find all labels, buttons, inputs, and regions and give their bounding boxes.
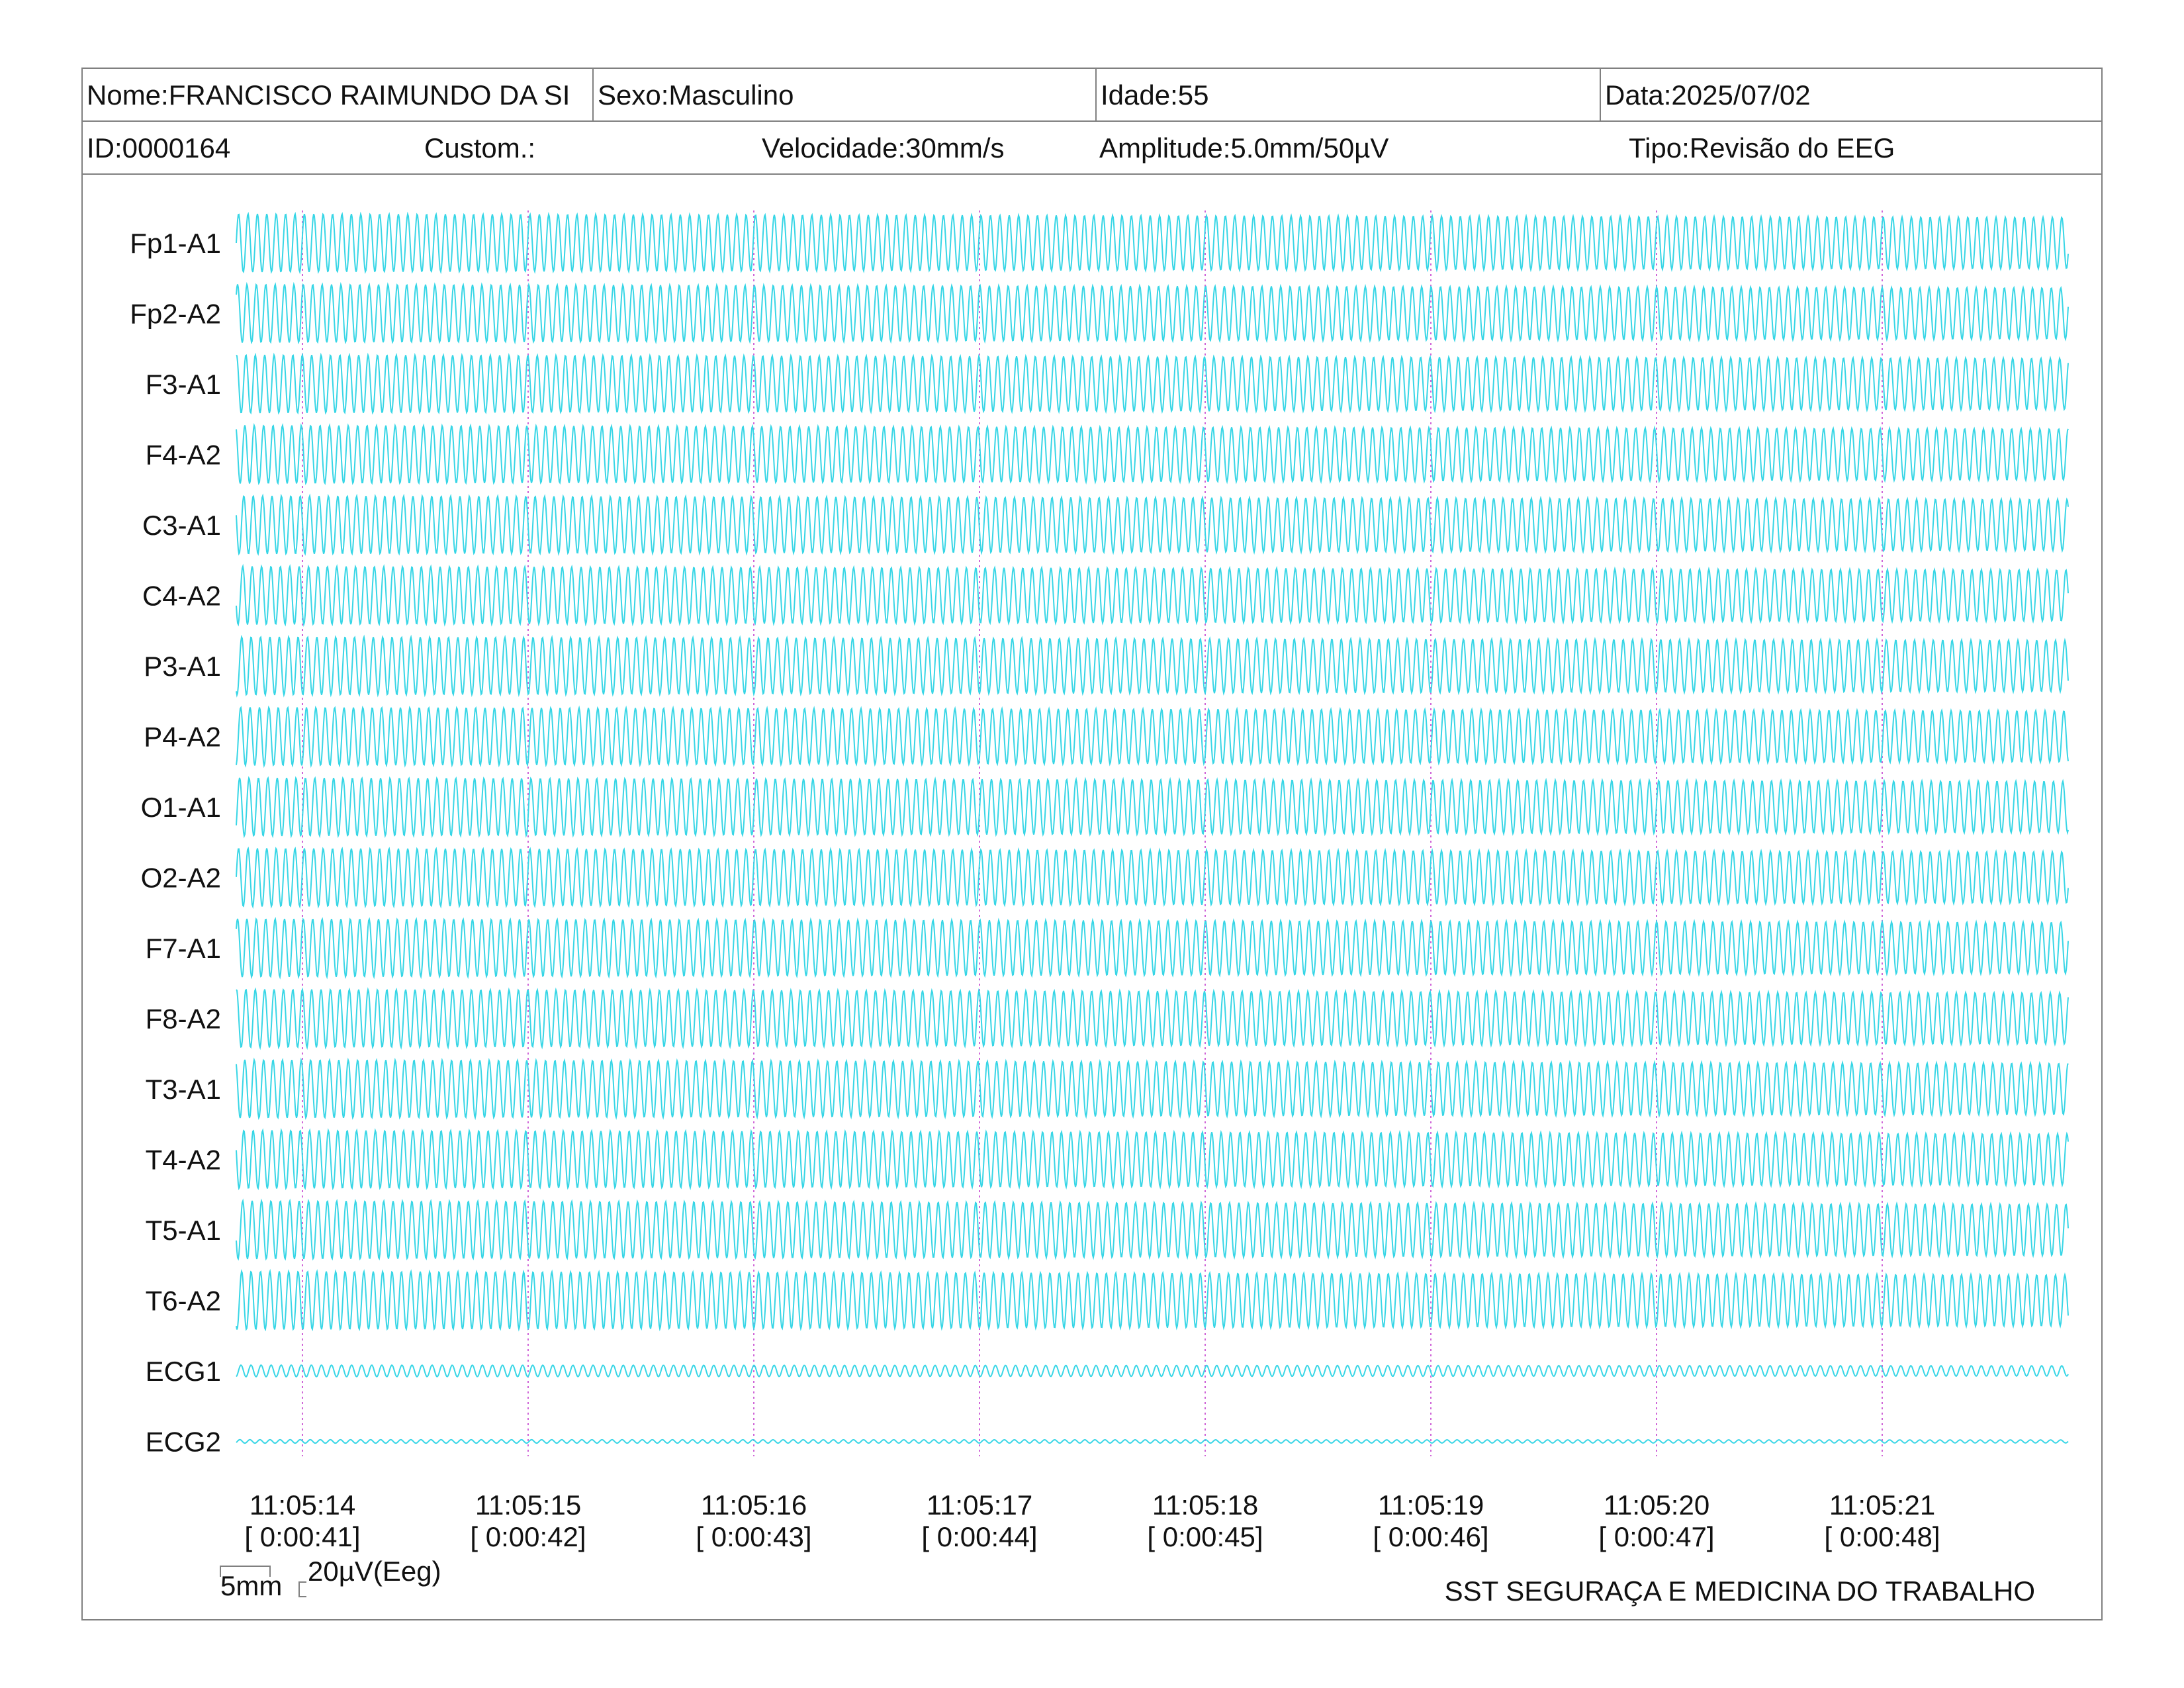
trace-f3-a1 [236,352,2069,415]
channel-label: O1-A1 [141,792,221,823]
trace-c4-a2 [236,563,2069,628]
time-label-elapsed: [ 0:00:47] [1598,1521,1714,1552]
time-label-clock: 11:05:21 [1829,1489,1935,1521]
channel-label: C4-A2 [142,581,221,612]
time-label-elapsed: [ 0:00:44] [921,1521,1037,1552]
trace-fp2-a2 [236,281,2069,345]
time-label-clock: 11:05:19 [1378,1489,1484,1521]
trace-p4-a2 [236,705,2069,769]
trace-t6-a2 [236,1268,2069,1332]
time-label-clock: 11:05:14 [250,1489,355,1521]
eeg-chart: Fp1-A1 Fp2-A2 F3-A1 F4-A2 C3-A1 C4-A2 P3-A1 P4-… [130,211,2069,1597]
time-label-elapsed: [ 0:00:48] [1824,1521,1940,1552]
time-label-elapsed: [ 0:00:43] [696,1521,811,1552]
trace-ecg2 [236,1438,2069,1444]
channel-label: P4-A2 [144,722,221,753]
trace-c3-a1 [236,493,2069,557]
trace-fp1-a1 [236,211,2069,275]
channel-label: Fp1-A1 [130,228,221,259]
channel-label: ECG1 [146,1356,221,1387]
time-label-elapsed: [ 0:00:45] [1147,1521,1263,1552]
time-label-clock: 11:05:18 [1152,1489,1258,1521]
trace-t5-a1 [236,1198,2069,1261]
time-label-elapsed: [ 0:00:42] [470,1521,586,1552]
trace-f4-a2 [236,422,2069,485]
trace-o2-a2 [236,846,2069,910]
channel-label: F7-A1 [146,933,221,964]
channel-label: T3-A1 [146,1074,221,1105]
trace-p3-a1 [236,634,2069,698]
channel-labels: Fp1-A1 Fp2-A2 F3-A1 F4-A2 C3-A1 C4-A2 P3-A1 P4-… [130,228,221,1458]
channel-label: O2-A2 [141,863,221,894]
time-label-clock: 11:05:16 [701,1489,807,1521]
time-label-elapsed: [ 0:00:41] [244,1521,360,1552]
trace-o1-a1 [236,776,2069,839]
time-label-clock: 11:05:15 [475,1489,581,1521]
amplitude-calibration-bracket [298,1581,306,1597]
trace-f8-a2 [236,987,2069,1051]
eeg-traces [236,211,2069,1444]
time-label-elapsed: [ 0:00:46] [1373,1521,1488,1552]
time-labels: 11:05:14[ 0:00:41] 11:05:15[ 0:00:42] 11:0… [244,1489,1940,1552]
channel-label: Fp2-A2 [130,299,221,330]
trace-ecg1 [236,1364,2069,1378]
amplitude-calibration-label: 20µV(Eeg) [308,1556,441,1587]
channel-label: C3-A1 [142,510,221,541]
channel-label: T4-A2 [146,1145,221,1176]
time-label-clock: 11:05:20 [1604,1489,1709,1521]
time-calibration-label: 5mm [220,1570,283,1601]
time-label-clock: 11:05:17 [927,1489,1032,1521]
channel-label: T6-A2 [146,1286,221,1317]
trace-f7-a1 [236,917,2069,980]
channel-label: F8-A2 [146,1004,221,1035]
trace-t3-a1 [236,1057,2069,1121]
channel-label: ECG2 [146,1427,221,1458]
channel-label: F4-A2 [146,440,221,471]
trace-t4-a2 [236,1127,2069,1191]
channel-label: P3-A1 [144,651,221,682]
channel-label: T5-A1 [146,1215,221,1246]
channel-label: F3-A1 [146,369,221,400]
